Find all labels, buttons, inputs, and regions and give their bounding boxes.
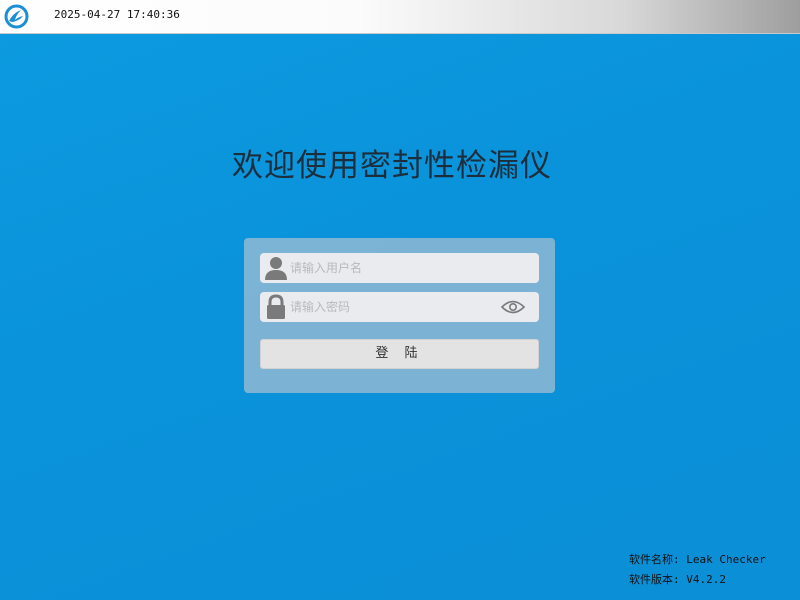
software-version-label: 软件版本: xyxy=(629,573,680,586)
app-logo-icon xyxy=(4,4,29,29)
software-version-line: 软件版本: V4.2.2 xyxy=(629,570,766,590)
software-version-value: V4.2.2 xyxy=(686,573,726,586)
password-field[interactable] xyxy=(260,292,539,322)
software-name-label: 软件名称: xyxy=(629,553,680,566)
software-name-line: 软件名称: Leak Checker xyxy=(629,550,766,570)
login-screen: 2025-04-27 17:40:36 欢迎使用密封性检漏仪 登 陆 xyxy=(0,0,800,600)
user-icon xyxy=(265,257,287,280)
lock-icon xyxy=(267,294,285,319)
eye-icon[interactable] xyxy=(501,300,525,314)
page-title: 欢迎使用密封性检漏仪 xyxy=(232,148,552,184)
datetime-display: 2025-04-27 17:40:36 xyxy=(54,8,180,21)
password-input[interactable] xyxy=(290,292,490,322)
login-panel: 登 陆 xyxy=(244,238,555,393)
login-button[interactable]: 登 陆 xyxy=(260,339,539,369)
username-input[interactable] xyxy=(290,253,490,283)
top-status-bar: 2025-04-27 17:40:36 xyxy=(0,0,800,34)
software-name-value: Leak Checker xyxy=(686,553,766,566)
username-field[interactable] xyxy=(260,253,539,283)
software-info: 软件名称: Leak Checker 软件版本: V4.2.2 xyxy=(629,550,766,590)
